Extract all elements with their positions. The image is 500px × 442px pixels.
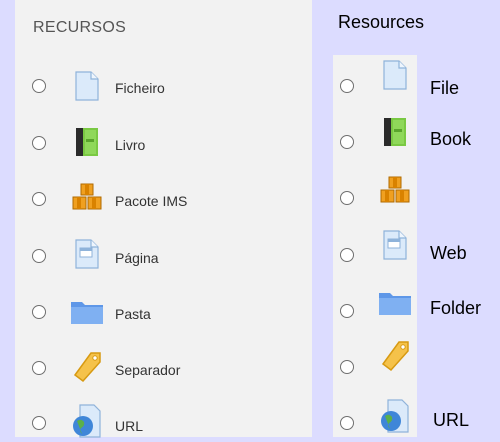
resource-label: Pasta [115,306,151,322]
resource-option-label[interactable]: Separador [15,347,312,387]
folder-icon [378,289,412,317]
resource-label: Separador [115,362,181,378]
resource-label: Pacote IMS [115,193,188,209]
url-icon [379,399,411,433]
resources-panel-en [333,55,417,437]
radio-button[interactable] [340,248,354,262]
resource-label: URL [115,418,144,434]
resource-label-en: Web [430,243,467,263]
resource-option-page[interactable]: Página [15,235,312,275]
label-tag-icon [379,338,411,372]
section-heading: RECURSOS [33,19,127,36]
radio-button[interactable] [32,249,46,263]
file-icon [73,71,101,101]
section-heading-en: Resources [338,12,425,32]
resource-option-url[interactable]: URL [15,402,312,442]
radio-button[interactable] [340,416,354,430]
radio-button[interactable] [340,304,354,318]
radio-button[interactable] [340,360,354,374]
page-icon [73,239,101,269]
resource-label: Página [115,250,159,266]
resource-option-book[interactable]: Livro [15,122,312,162]
resource-label-en: URL [433,410,470,430]
radio-button[interactable] [32,192,46,206]
resource-option-file[interactable]: Ficheiro [15,66,312,106]
book-icon [381,117,409,147]
radio-button[interactable] [32,361,46,375]
url-icon [71,404,103,438]
page-icon [381,230,409,260]
file-icon [381,60,409,90]
resources-panel-pt: RECURSOS Ficheiro Livro Pacote IMS Págin… [15,0,312,438]
radio-button[interactable] [340,79,354,93]
resource-label-en: Folder [430,298,482,318]
ims-package-icon [379,175,411,205]
radio-button[interactable] [32,79,46,93]
resource-label-en: File [430,78,460,98]
resource-label: Ficheiro [115,80,165,96]
label-tag-icon [71,349,103,383]
ims-package-icon [71,182,103,212]
resource-option-ims-package[interactable]: Pacote IMS [15,179,312,219]
folder-icon [70,297,104,327]
radio-button[interactable] [340,135,354,149]
resource-option-folder[interactable]: Pasta [15,291,312,331]
book-icon [73,127,101,157]
resource-label: Livro [115,137,146,153]
radio-button[interactable] [32,416,46,430]
resource-label-en: Book [430,129,472,149]
radio-button[interactable] [32,136,46,150]
radio-button[interactable] [32,305,46,319]
radio-button[interactable] [340,191,354,205]
